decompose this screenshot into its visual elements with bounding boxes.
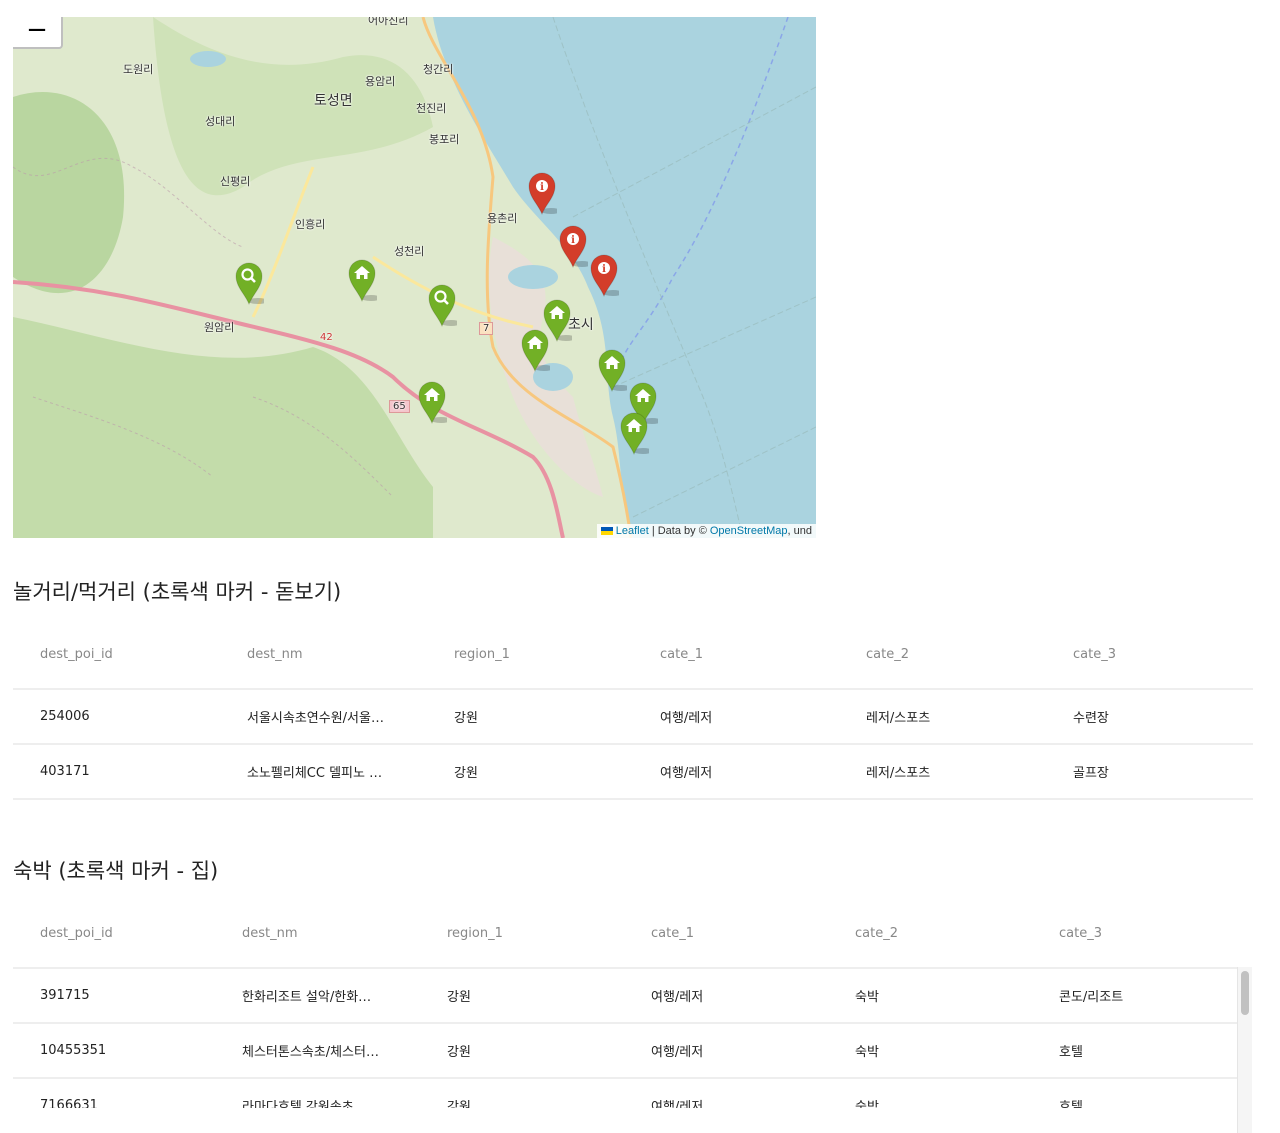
table-cell: 한화리조트 설악/한화… (215, 968, 420, 1024)
table-cell: 7166631 (13, 1078, 215, 1108)
table-cell: 여행/레저 (624, 1078, 828, 1108)
table-scrollbar[interactable] (1237, 967, 1252, 1133)
table-cell: 숙박 (828, 1078, 1032, 1108)
column-header[interactable]: dest_poi_id (13, 900, 215, 969)
column-header[interactable]: cate_2 (828, 900, 1032, 969)
lodging-table: dest_poi_id dest_nm region_1 cate_1 cate… (13, 900, 1237, 1108)
table-cell: 10455351 (13, 1023, 215, 1079)
table-cell: 강원 (420, 968, 624, 1024)
column-header[interactable]: cate_1 (624, 900, 828, 969)
table-cell: 호텔 (1032, 1023, 1237, 1079)
table-cell: 라마다호텔 강원속초 … (215, 1078, 420, 1108)
column-header[interactable]: dest_nm (215, 900, 420, 969)
table-row[interactable]: 10455351 체스터톤스속초/체스터… 강원 여행/레저 숙박 호텔 (13, 1023, 1237, 1079)
table-cell: 콘도/리조트 (1032, 968, 1237, 1024)
table-cell: 호텔 (1032, 1078, 1237, 1108)
table-cell: 숙박 (828, 968, 1032, 1024)
column-header[interactable]: region_1 (420, 900, 624, 969)
table-cell: 391715 (13, 968, 215, 1024)
scrollbar-thumb[interactable] (1241, 971, 1249, 1015)
table-row[interactable]: 7166631 라마다호텔 강원속초 … 강원 여행/레저 숙박 호텔 (13, 1078, 1237, 1108)
table-cell: 체스터톤스속초/체스터… (215, 1023, 420, 1079)
table-cell: 강원 (420, 1023, 624, 1079)
table-cell: 여행/레저 (624, 1023, 828, 1079)
table-cell: 여행/레저 (624, 968, 828, 1024)
column-header[interactable]: cate_3 (1032, 900, 1237, 969)
table-cell: 숙박 (828, 1023, 1032, 1079)
table-cell: 강원 (420, 1078, 624, 1108)
table-row[interactable]: 391715 한화리조트 설악/한화… 강원 여행/레저 숙박 콘도/리조트 (13, 968, 1237, 1024)
